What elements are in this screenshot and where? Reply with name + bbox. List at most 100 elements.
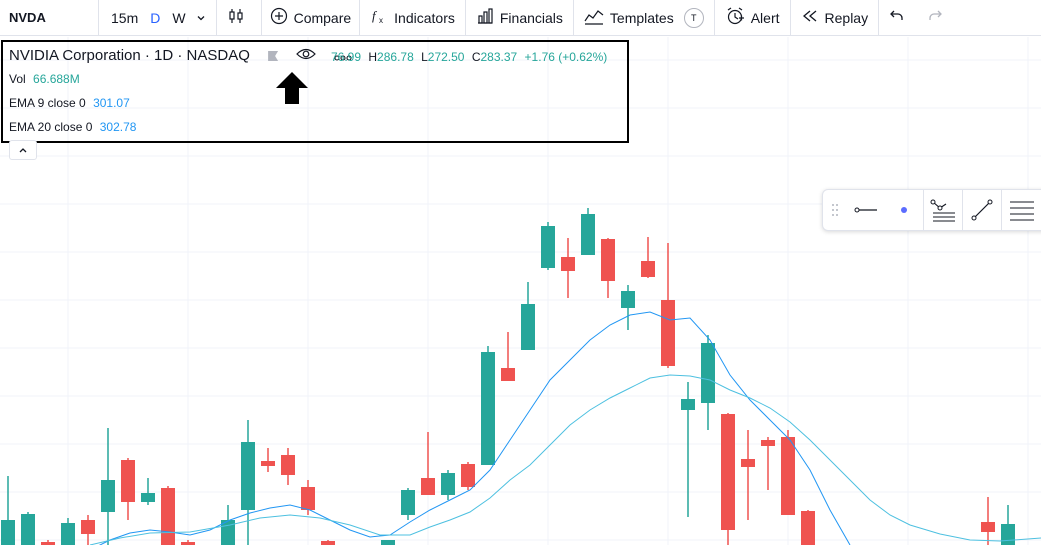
interval-15m[interactable]: 15m xyxy=(105,10,144,26)
candle-body xyxy=(801,511,815,545)
candle-body xyxy=(421,478,435,495)
alarm-clock-icon xyxy=(725,6,751,29)
legend-ema20-row[interactable]: EMA 20 close 0 302.78 xyxy=(9,120,136,134)
undo-button[interactable] xyxy=(879,0,919,36)
candle-body xyxy=(981,522,995,532)
candle-body xyxy=(461,464,475,487)
plus-circle-icon xyxy=(270,7,294,28)
rewind-icon xyxy=(801,7,825,28)
candle-body xyxy=(21,514,35,545)
candle-body xyxy=(721,414,735,530)
eye-icon[interactable] xyxy=(296,47,317,65)
interval-dropdown-icon[interactable] xyxy=(196,10,212,26)
candle-body xyxy=(1001,524,1015,545)
templates-badge: T xyxy=(683,7,704,28)
candle-body xyxy=(101,480,115,512)
more-settings-icon[interactable] xyxy=(1002,190,1041,230)
alert-button[interactable]: Alert xyxy=(715,0,790,36)
vol-value: 66.688M xyxy=(33,72,80,86)
legend-change: +1.76 (+0.62%) xyxy=(524,50,608,64)
collapse-legend-button[interactable] xyxy=(9,140,37,160)
candle-body xyxy=(281,455,295,475)
symbol-search[interactable]: NVDA xyxy=(0,0,98,36)
templates-icon xyxy=(584,7,610,28)
svg-text:f: f xyxy=(372,8,378,23)
redo-button[interactable] xyxy=(919,0,957,36)
candle-body xyxy=(701,343,715,403)
ema9-label: EMA 9 close 0 xyxy=(9,96,86,110)
annotation-arrow-icon xyxy=(274,70,310,111)
compare-label: Compare xyxy=(293,9,352,26)
templates-label: Templates xyxy=(609,9,674,26)
line-style-icon[interactable] xyxy=(847,190,885,230)
fx-icon: fx xyxy=(370,7,394,28)
chart-type-button[interactable] xyxy=(217,0,261,36)
legend-symbol-title[interactable]: NVIDIA Corporation · 1D · NASDAQ xyxy=(9,47,250,64)
candle-body xyxy=(441,473,455,495)
redo-icon xyxy=(927,8,949,27)
candle-body xyxy=(501,368,515,381)
candle-body xyxy=(301,487,315,510)
candle-body xyxy=(641,261,655,277)
candle-body xyxy=(601,239,615,281)
flag-icon[interactable] xyxy=(268,51,279,62)
candle-body xyxy=(521,304,535,350)
legend-ema9-row[interactable]: EMA 9 close 0 301.07 xyxy=(9,96,130,110)
indicators-label: Indicators xyxy=(394,9,455,26)
candle-body xyxy=(401,490,415,515)
top-toolbar: NVDA 15m D W Compare fx Indicators Finan… xyxy=(0,0,1041,36)
candle-body xyxy=(121,460,135,502)
legend-volume-row[interactable]: Vol 66.688M xyxy=(9,72,80,86)
ema20-value: 302.78 xyxy=(99,120,137,134)
bar-graph-icon xyxy=(476,7,500,28)
candle-body xyxy=(81,520,95,534)
candle-body xyxy=(161,488,175,545)
svg-text:x: x xyxy=(379,16,383,25)
chevron-up-icon xyxy=(18,141,28,159)
replay-label: Replay xyxy=(824,9,869,26)
floating-drawing-toolbar xyxy=(822,189,1041,231)
compare-button[interactable]: Compare xyxy=(262,0,360,36)
legend-title-row: NVIDIA Corporation · 1D · NASDAQ xyxy=(9,47,352,65)
alert-label: Alert xyxy=(750,9,780,26)
interval-group: 15m D W xyxy=(99,0,216,36)
financials-button[interactable]: Financials xyxy=(466,0,573,36)
interval-w[interactable]: W xyxy=(166,10,191,26)
drag-handle-icon[interactable] xyxy=(823,190,847,230)
legend-low-label: L xyxy=(421,50,428,64)
financials-label: Financials xyxy=(499,9,563,26)
ema9-line xyxy=(98,311,851,545)
color-dot-icon[interactable] xyxy=(885,190,923,230)
ema9-value: 301.07 xyxy=(93,96,130,110)
candle-body xyxy=(781,437,795,515)
candle-body xyxy=(381,540,395,545)
ema20-label: EMA 20 close 0 xyxy=(9,120,93,134)
candle-body xyxy=(1,520,15,545)
candle-body xyxy=(541,226,555,268)
legend-ohlc: 76.99 H286.78 L272.50 C283.37 +1.76 (+0.… xyxy=(331,50,607,64)
candle-body xyxy=(681,399,695,410)
indicators-button[interactable]: fx Indicators xyxy=(360,0,465,36)
candle-body xyxy=(141,493,155,502)
interval-d[interactable]: D xyxy=(144,10,166,26)
candlesticks xyxy=(1,208,1015,545)
path-settings-icon[interactable] xyxy=(924,190,962,230)
candle-body xyxy=(661,300,675,366)
legend-close-value: 283.37 xyxy=(480,50,518,64)
candle-body xyxy=(741,459,755,467)
legend-high-label: H xyxy=(368,50,378,64)
candle-body xyxy=(581,214,595,255)
candles-icon xyxy=(227,7,251,28)
trend-line-icon[interactable] xyxy=(963,190,1001,230)
legend-open-partial: 76.99 xyxy=(331,50,362,64)
legend-low-value: 272.50 xyxy=(427,50,465,64)
templates-button[interactable]: Templates T xyxy=(574,0,714,36)
candle-body xyxy=(261,461,275,466)
undo-icon xyxy=(889,8,911,27)
replay-button[interactable]: Replay xyxy=(791,0,879,36)
candle-body xyxy=(761,440,775,446)
candle-body xyxy=(241,442,255,510)
candle-body xyxy=(61,523,75,545)
chart-legend: NVIDIA Corporation · 1D · NASDAQ 76.99 H… xyxy=(1,40,629,143)
candle-body xyxy=(561,257,575,271)
